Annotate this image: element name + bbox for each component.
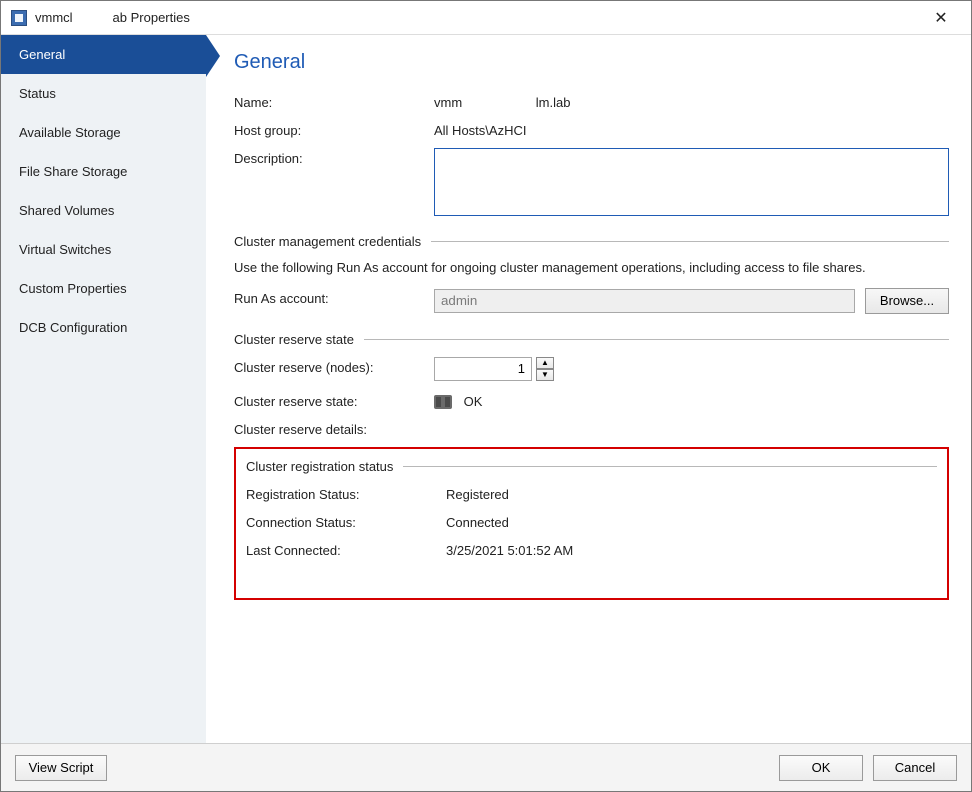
sidebar-item-label: DCB Configuration: [19, 320, 127, 335]
view-script-button[interactable]: View Script: [15, 755, 107, 781]
reserve-state-value: OK: [434, 391, 949, 410]
page-title: General: [234, 51, 949, 74]
nodes-step-down[interactable]: ▼: [536, 369, 554, 381]
runas-label: Run As account:: [234, 288, 434, 306]
reserve-nodes-label: Cluster reserve (nodes):: [234, 357, 434, 375]
reserve-nodes-input[interactable]: [434, 357, 532, 381]
cancel-button[interactable]: Cancel: [873, 755, 957, 781]
description-input[interactable]: [434, 148, 949, 216]
nodes-step-up[interactable]: ▲: [536, 357, 554, 369]
sidebar-item-available-storage[interactable]: Available Storage: [1, 113, 206, 152]
sidebar-item-label: Status: [19, 86, 56, 101]
name-label: Name:: [234, 92, 434, 110]
title-prefix: vmmcl: [35, 10, 73, 25]
reg-status-label: Registration Status:: [246, 484, 446, 502]
description-label: Description:: [234, 148, 434, 166]
close-button[interactable]: ✕: [921, 1, 961, 35]
credentials-heading: Cluster management credentials: [234, 234, 949, 249]
runas-account-input[interactable]: [434, 289, 855, 313]
reserve-heading: Cluster reserve state: [234, 332, 949, 347]
reserve-state-label: Cluster reserve state:: [234, 391, 434, 409]
reserve-details-value: [434, 419, 949, 422]
sidebar-item-label: Custom Properties: [19, 281, 127, 296]
sidebar-item-label: General: [19, 47, 65, 62]
dialog-titlebar: vmmcl ab Properties ✕: [1, 1, 971, 35]
sidebar-item-dcb-configuration[interactable]: DCB Configuration: [1, 308, 206, 347]
conn-status-value: Connected: [446, 512, 937, 530]
sidebar-item-status[interactable]: Status: [1, 74, 206, 113]
registration-highlight: Cluster registration status Registration…: [234, 447, 949, 600]
main-panel: General Name: vmm lm.lab Host group: All…: [206, 35, 971, 743]
ok-button[interactable]: OK: [779, 755, 863, 781]
sidebar-item-label: Available Storage: [19, 125, 121, 140]
sidebar-item-custom-properties[interactable]: Custom Properties: [1, 269, 206, 308]
server-icon: [434, 395, 452, 409]
properties-dialog: vmmcl ab Properties ✕ General Status Ava…: [0, 0, 972, 792]
dialog-footer: View Script OK Cancel: [1, 743, 971, 791]
title-suffix: ab Properties: [113, 10, 190, 25]
name-value: vmm lm.lab: [434, 92, 949, 110]
hostgroup-label: Host group:: [234, 120, 434, 138]
sidebar-item-label: Virtual Switches: [19, 242, 111, 257]
sidebar-item-file-share-storage[interactable]: File Share Storage: [1, 152, 206, 191]
last-connected-value: 3/25/2021 5:01:52 AM: [446, 540, 937, 558]
sidebar-item-shared-volumes[interactable]: Shared Volumes: [1, 191, 206, 230]
registration-heading: Cluster registration status: [246, 459, 937, 474]
browse-button[interactable]: Browse...: [865, 288, 949, 314]
last-connected-label: Last Connected:: [246, 540, 446, 558]
sidebar-item-label: File Share Storage: [19, 164, 127, 179]
conn-status-label: Connection Status:: [246, 512, 446, 530]
sidebar-item-general[interactable]: General: [1, 35, 206, 74]
app-icon: [11, 10, 27, 26]
credentials-helper: Use the following Run As account for ong…: [234, 259, 949, 278]
sidebar-item-label: Shared Volumes: [19, 203, 114, 218]
reg-status-value: Registered: [446, 484, 937, 502]
close-icon: ✕: [934, 8, 947, 28]
sidebar-item-virtual-switches[interactable]: Virtual Switches: [1, 230, 206, 269]
hostgroup-value: All Hosts\AzHCI: [434, 120, 949, 138]
reserve-details-label: Cluster reserve details:: [234, 419, 434, 437]
sidebar: General Status Available Storage File Sh…: [1, 35, 206, 743]
